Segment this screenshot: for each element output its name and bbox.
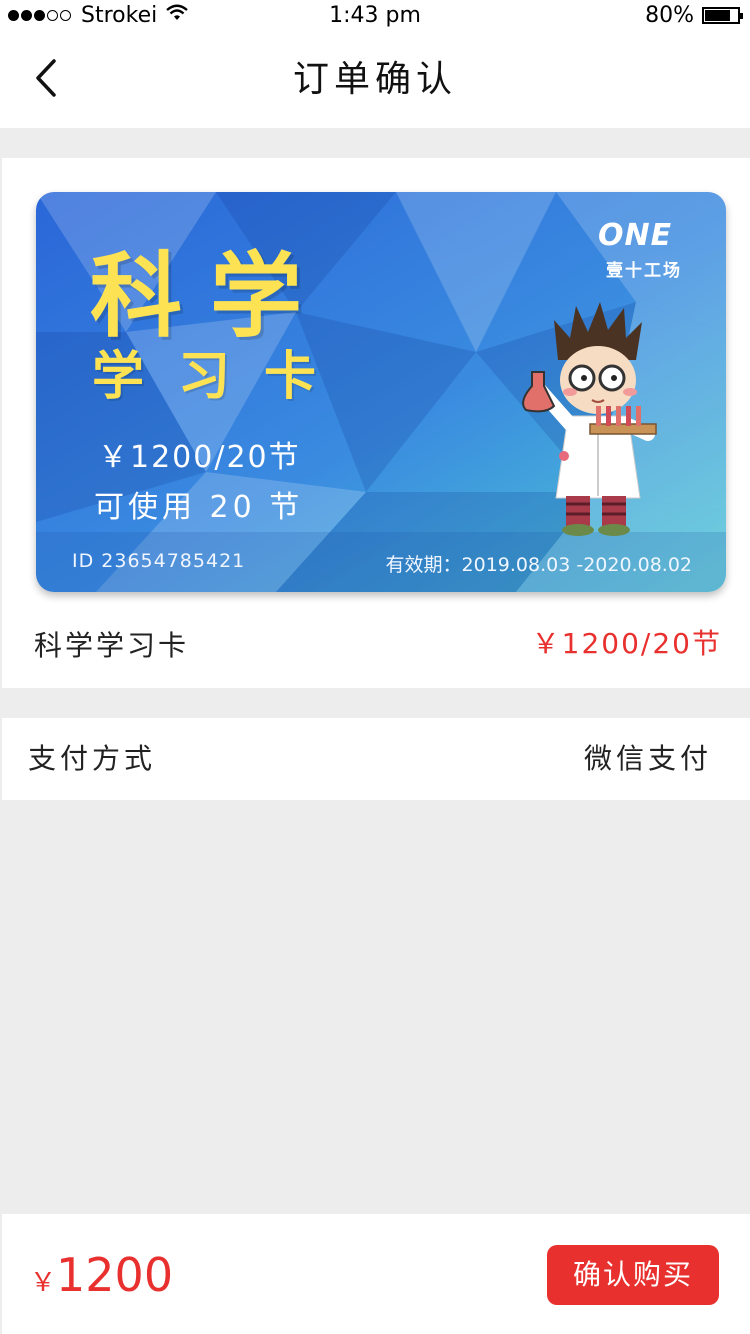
currency-symbol: ￥ [30,1268,57,1298]
total-amount: 1200 [56,1248,174,1302]
card-subtitle: 学习卡 [92,347,351,407]
page-title: 订单确认 [292,59,457,100]
battery-icon [702,7,743,24]
study-card-image: 科学 学习卡 ￥1200/20节 可使用 20 节 ID 23654785421… [36,192,726,592]
status-bar: Strokei 1:43 pm 80% [0,0,750,32]
total-price: ￥1200 [30,1248,173,1302]
product-name: 科学学习卡 [34,629,190,662]
brand-logo: ONE 壹十工场 [598,218,688,281]
bottom-bar: ￥1200 确认购买 [2,1214,750,1334]
logo-mark: ONE [598,218,673,253]
product-price: ￥1200/20节 [531,627,722,660]
status-right: 80% [645,3,743,28]
confirm-purchase-button[interactable]: 确认购买 [547,1245,719,1305]
payment-method-row[interactable]: 支付方式 微信支付 [2,718,750,800]
logo-chinese-name: 壹十工场 [606,261,682,281]
battery-percent: 80% [645,3,694,28]
nav-bar: 订单确认 [0,32,750,128]
payment-method-label: 支付方式 [28,742,157,775]
scientist-mascot-illustration [522,302,657,536]
status-time: 1:43 pm [329,3,421,28]
battery-tip [740,13,743,19]
card-usage: 可使用 20 节 [94,490,304,525]
card-price: ￥1200/20节 [98,440,301,475]
card-validity: 有效期：2019.08.03 -2020.08.02 [385,554,692,576]
payment-method-value: 微信支付 [583,742,712,775]
battery-fill [705,10,731,21]
card-id: ID 23654785421 [72,550,246,572]
product-section: 科学 学习卡 ￥1200/20节 可使用 20 节 ID 23654785421… [2,158,750,688]
